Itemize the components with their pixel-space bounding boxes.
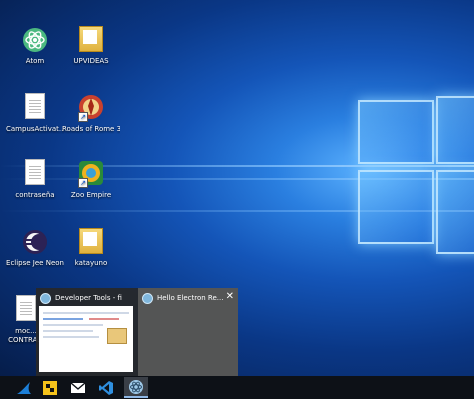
desktop-icon-label: Atom: [25, 57, 45, 65]
close-icon[interactable]: ✕: [226, 291, 234, 303]
eclipse-icon: [22, 228, 48, 256]
desktop-icon-zoo-empire[interactable]: ↗ Zoo Empire: [62, 160, 120, 200]
shark-icon: [17, 381, 31, 394]
thumbnail-title: Developer Tools - file://...: [55, 294, 122, 302]
thumbnail-developer-tools[interactable]: Developer Tools - file://...: [36, 288, 136, 376]
desktop-icon-eclipse[interactable]: Eclipse Jee Neon: [6, 228, 64, 268]
electron-icon: [129, 379, 143, 394]
taskbar-button-vscode[interactable]: [94, 377, 118, 398]
electron-icon: [40, 292, 51, 304]
desktop-icon-atom[interactable]: Atom: [6, 26, 64, 66]
shortcut-arrow-icon: ↗: [78, 112, 88, 122]
document-icon: [22, 160, 48, 188]
yellow-app-icon: [43, 380, 57, 395]
electron-icon: [142, 292, 153, 304]
desktop-icon-label: contraseña: [15, 191, 55, 199]
mail-icon: [70, 381, 86, 393]
desktop-icon-upvideas[interactable]: UPVIDEAS: [62, 26, 120, 66]
thumbnail-title: Hello Electron Re...: [157, 294, 224, 302]
taskbar-thumbnail-preview: Developer Tools - file://... Hello Elect…: [36, 288, 238, 376]
taskbar-button-mail[interactable]: [66, 377, 90, 398]
desktop-icon-campusactivat[interactable]: CampusActivat...: [6, 94, 64, 134]
windows-logo: [358, 96, 474, 256]
document-icon: [22, 94, 48, 122]
taskbar: [0, 376, 474, 399]
shortcut-arrow-icon: ↗: [78, 178, 88, 188]
thumbnail-hello-electron[interactable]: Hello Electron Re... ✕: [138, 288, 238, 376]
roads-of-rome-icon: ↗: [78, 94, 104, 122]
desktop-icon-label: katayuno: [74, 259, 108, 267]
folder-icon: [78, 26, 104, 54]
desktop-icon-label: Roads of Rome 3: [62, 125, 120, 133]
taskbar-button-yellow-app[interactable]: [38, 377, 62, 398]
atom-icon: [22, 26, 48, 54]
taskbar-button-shark[interactable]: [12, 377, 36, 398]
vscode-icon: [99, 380, 113, 395]
desktop-icon-roads-of-rome[interactable]: ↗ Roads of Rome 3: [62, 94, 120, 134]
zoo-empire-icon: ↗: [78, 160, 104, 188]
desktop-icon-label: CampusActivat...: [6, 125, 64, 133]
desktop-icon-label: UPVIDEAS: [73, 57, 109, 65]
desktop-icon-contrasena[interactable]: contraseña: [6, 160, 64, 200]
desktop-icon-label: Eclipse Jee Neon: [6, 259, 64, 267]
taskbar-button-electron[interactable]: [124, 377, 148, 398]
thumbnail-image: [39, 306, 133, 372]
folder-icon: [78, 228, 104, 256]
desktop-icon-label: Zoo Empire: [70, 191, 112, 199]
desktop-icon-katayuno[interactable]: katayuno: [62, 228, 120, 268]
